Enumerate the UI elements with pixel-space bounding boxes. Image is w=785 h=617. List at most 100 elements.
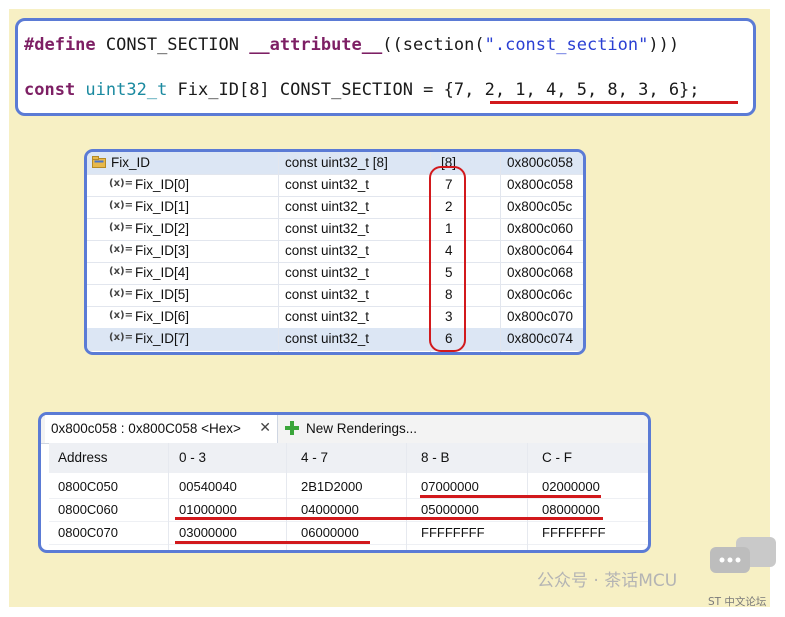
var-type: const uint32_t: [285, 331, 370, 346]
header-address: Address: [58, 450, 108, 465]
var-name: Fix_ID[5]: [135, 287, 190, 302]
memory-word: 07000000: [421, 479, 479, 494]
memory-view: 0x800c058 : 0x800C058 <Hex> ✕ New Render…: [38, 412, 651, 553]
semicolon: ;: [689, 80, 700, 100]
var-address: 0x800c064: [507, 243, 574, 258]
memory-tab-bar: 0x800c058 : 0x800C058 <Hex> ✕ New Render…: [41, 415, 648, 444]
memory-underline: [420, 495, 601, 498]
macro-name: CONST_SECTION: [95, 35, 250, 55]
variable-icon: (x)=: [109, 310, 133, 321]
memory-underline: [175, 517, 603, 520]
variable-icon: (x)=: [109, 222, 133, 233]
var-address: 0x800c058: [507, 177, 574, 192]
header-col-0: 0 - 3: [179, 450, 207, 465]
memory-word: 03000000: [179, 525, 237, 540]
define-line: #define CONST_SECTION __attribute__((sec…: [24, 35, 679, 55]
tree-row[interactable]: (x)= Fix_ID[3] const uint32_t 4 0x800c064: [87, 240, 583, 263]
define-keyword: #define: [24, 35, 96, 55]
type-name: uint32_t: [75, 80, 168, 100]
memory-rendering-tab[interactable]: 0x800c058 : 0x800C058 <Hex> ✕: [45, 415, 278, 443]
variable-icon: (x)=: [109, 288, 133, 299]
memory-word: 02000000: [542, 479, 600, 494]
variable-icon: (x)=: [109, 332, 133, 343]
watermark-subtext: ST 中文论坛: [708, 596, 767, 608]
section-close: ))): [648, 35, 680, 55]
initializer-list: {7, 2, 1, 4, 5, 8, 3, 6}: [443, 80, 690, 100]
column-divider: [500, 152, 501, 352]
tree-row[interactable]: (x)= Fix_ID[4] const uint32_t 5 0x800c068: [87, 262, 583, 285]
var-name: Fix_ID[4]: [135, 265, 190, 280]
new-renderings-label: New Renderings...: [306, 421, 418, 436]
memory-word: 05000000: [421, 502, 479, 517]
header-col-1: 4 - 7: [301, 450, 329, 465]
new-renderings-tab[interactable]: New Renderings...: [279, 415, 429, 443]
column-divider: [406, 443, 407, 550]
section-string: ".const_section": [484, 35, 649, 55]
var-type: const uint32_t: [285, 199, 370, 214]
tree-row[interactable]: (x)= Fix_ID[7] const uint32_t 6 0x800c074: [87, 328, 583, 351]
var-address: 0x800c068: [507, 265, 574, 280]
declarator: Fix_ID[8] CONST_SECTION =: [167, 80, 444, 100]
var-name: Fix_ID[7]: [135, 331, 190, 346]
var-address: 0x800c058: [507, 155, 574, 170]
chat-bubble-icon: [710, 537, 776, 573]
var-name: Fix_ID[6]: [135, 309, 190, 324]
memory-word: FFFFFFFF: [421, 525, 485, 540]
tree-row[interactable]: (x)= Fix_ID[2] const uint32_t 1 0x800c060: [87, 218, 583, 241]
var-address: 0x800c05c: [507, 199, 573, 214]
folder-open-icon: [92, 156, 106, 168]
var-type: const uint32_t: [285, 265, 370, 280]
section-open: ((section(: [382, 35, 485, 55]
watermark-text: 公众号 · 茶话MCU: [537, 571, 678, 591]
memory-word: 00540040: [179, 479, 237, 494]
memory-address: 0800C060: [58, 502, 118, 517]
memory-header-row: Address 0 - 3 4 - 7 8 - B C - F: [49, 443, 648, 473]
column-divider: [278, 152, 279, 352]
plus-icon: [285, 421, 299, 435]
var-type: const uint32_t [8]: [285, 155, 388, 170]
tree-row[interactable]: (x)= Fix_ID[1] const uint32_t 2 0x800c05c: [87, 196, 583, 219]
attribute-keyword: __attribute__: [249, 35, 383, 55]
memory-address: 0800C050: [58, 479, 118, 494]
var-name: Fix_ID: [111, 155, 151, 170]
column-divider: [286, 443, 287, 550]
memory-word: 06000000: [301, 525, 359, 540]
var-name: Fix_ID[2]: [135, 221, 190, 236]
variables-view: Fix_ID const uint32_t [8] [8] 0x800c058 …: [84, 149, 586, 355]
header-col-3: C - F: [542, 450, 572, 465]
tab-label: 0x800c058 : 0x800C058 <Hex>: [51, 421, 241, 436]
var-address: 0x800c074: [507, 331, 574, 346]
var-type: const uint32_t: [285, 309, 370, 324]
initializer-underline: [490, 101, 738, 104]
variable-icon: (x)=: [109, 266, 133, 277]
variable-icon: (x)=: [109, 200, 133, 211]
memory-underline: [175, 541, 370, 544]
variable-icon: (x)=: [109, 244, 133, 255]
column-divider: [527, 443, 528, 550]
var-address: 0x800c070: [507, 309, 574, 324]
memory-word: 04000000: [301, 502, 359, 517]
var-name: Fix_ID[3]: [135, 243, 190, 258]
declaration-line: const uint32_t Fix_ID[8] CONST_SECTION =…: [24, 80, 700, 100]
column-divider: [168, 443, 169, 550]
var-type: const uint32_t: [285, 177, 370, 192]
var-type: const uint32_t: [285, 221, 370, 236]
tree-row-root[interactable]: Fix_ID const uint32_t [8] [8] 0x800c058: [87, 152, 583, 175]
close-icon[interactable]: ✕: [259, 419, 271, 436]
value-column-highlight: [429, 166, 466, 352]
var-address: 0x800c060: [507, 221, 574, 236]
var-name: Fix_ID[1]: [135, 199, 190, 214]
variable-icon: (x)=: [109, 178, 133, 189]
tree-row[interactable]: (x)= Fix_ID[6] const uint32_t 3 0x800c070: [87, 306, 583, 329]
header-col-2: 8 - B: [421, 450, 450, 465]
tree-row[interactable]: (x)= Fix_ID[5] const uint32_t 8 0x800c06c: [87, 284, 583, 307]
const-keyword: const: [24, 80, 76, 100]
memory-word: 2B1D2000: [301, 479, 363, 494]
var-address: 0x800c06c: [507, 287, 573, 302]
var-name: Fix_ID[0]: [135, 177, 190, 192]
memory-word: 08000000: [542, 502, 600, 517]
memory-word: FFFFFFFF: [542, 525, 606, 540]
memory-word: 01000000: [179, 502, 237, 517]
var-type: const uint32_t: [285, 243, 370, 258]
tree-row[interactable]: (x)= Fix_ID[0] const uint32_t 7 0x800c058: [87, 174, 583, 197]
